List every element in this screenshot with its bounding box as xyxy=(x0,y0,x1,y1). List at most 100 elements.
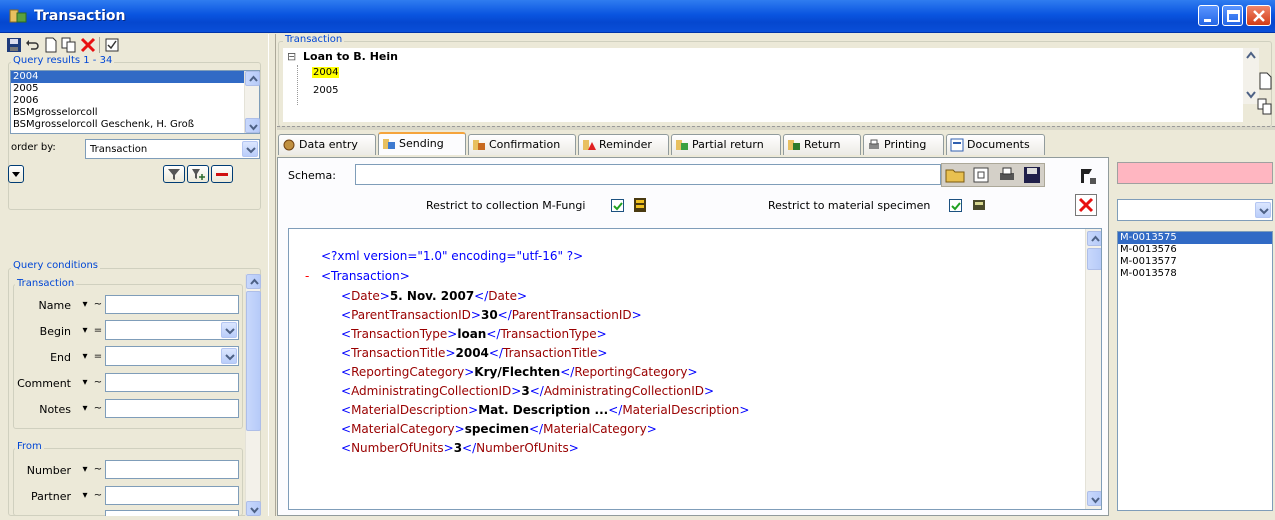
dropdown-button[interactable] xyxy=(221,348,237,364)
scroll-up-button[interactable] xyxy=(246,274,261,289)
xml-tag-name: Date xyxy=(351,289,380,303)
undo-icon[interactable] xyxy=(24,37,40,53)
scroll-up-button[interactable] xyxy=(1087,231,1101,246)
settings-tool-icon[interactable] xyxy=(1078,166,1098,186)
tab-partial-return[interactable]: Partial return xyxy=(671,134,781,155)
transaction-tree[interactable]: ⊟ Loan to B. Hein 2004 2005 xyxy=(283,48,1243,122)
scroll-up-button[interactable] xyxy=(245,71,260,86)
scroll-down-button[interactable] xyxy=(1087,491,1101,506)
checkbox-icon[interactable] xyxy=(104,37,120,53)
order-by-select[interactable]: Transaction xyxy=(85,139,260,159)
notes-label: Notes xyxy=(39,403,71,416)
operator-dropdown[interactable]: ▾ xyxy=(78,400,92,418)
splitter[interactable] xyxy=(277,126,1275,130)
list-item[interactable]: M-0013575 xyxy=(1118,232,1272,244)
save-icon[interactable] xyxy=(6,37,22,53)
xml-collapse-toggle[interactable]: - xyxy=(305,269,309,283)
copy-icon[interactable] xyxy=(61,37,77,53)
list-item[interactable]: M-0013578 xyxy=(1118,268,1272,280)
comment-input[interactable] xyxy=(105,373,239,392)
tab-data-entry[interactable]: Data entry xyxy=(278,134,376,155)
new-document-icon[interactable] xyxy=(43,37,59,53)
tab-printing[interactable]: Printing xyxy=(863,134,944,155)
list-item[interactable]: 2005 xyxy=(11,83,259,95)
printer-icon[interactable] xyxy=(998,166,1016,184)
query-results-list[interactable]: 2004 2005 2006 BSMgrosselorcoll BSMgross… xyxy=(10,70,260,134)
panel-splitter[interactable] xyxy=(268,34,276,516)
xml-scrollbar[interactable] xyxy=(1085,229,1101,509)
name-input[interactable] xyxy=(105,295,239,314)
operator-dropdown[interactable]: ▾ xyxy=(78,461,92,479)
xml-viewer[interactable]: <?xml version="1.0" encoding="utf-16" ?>… xyxy=(288,228,1102,510)
tab-sending[interactable]: Sending xyxy=(378,132,466,155)
material-icon[interactable] xyxy=(971,197,987,213)
operator-dropdown[interactable]: ▾ xyxy=(78,322,92,340)
tree-node[interactable]: 2005 xyxy=(312,85,339,96)
chevron-up-icon[interactable] xyxy=(1243,48,1259,64)
end-date-picker[interactable] xyxy=(105,346,239,366)
copy-icon[interactable] xyxy=(1257,98,1273,116)
tab-reminder[interactable]: Reminder xyxy=(578,134,669,155)
dropdown-button[interactable] xyxy=(221,322,237,338)
restrict-material-checkbox[interactable] xyxy=(949,199,962,212)
dropdown-button[interactable] xyxy=(242,141,258,157)
tab-label: Documents xyxy=(967,138,1030,151)
collection-icon[interactable] xyxy=(632,197,648,213)
list-item[interactable]: M-0013576 xyxy=(1118,244,1272,256)
open-folder-icon[interactable] xyxy=(945,166,965,184)
results-scrollbar[interactable] xyxy=(244,71,260,133)
operator-dropdown[interactable]: ▾ xyxy=(78,374,92,392)
chevron-down-icon xyxy=(246,147,256,154)
xml-element-line: <MaterialDescription>Mat. Description ..… xyxy=(341,403,750,417)
notes-input[interactable] xyxy=(105,399,239,418)
xml-value: 3 xyxy=(453,441,463,455)
tab-documents[interactable]: Documents xyxy=(946,134,1045,155)
operator-dropdown[interactable]: ▾ xyxy=(78,487,92,505)
save-icon[interactable] xyxy=(1023,166,1041,184)
close-window-button[interactable] xyxy=(1246,5,1271,26)
scroll-thumb[interactable] xyxy=(1087,248,1101,270)
minimize-button[interactable] xyxy=(1198,5,1219,26)
tab-label: Partial return xyxy=(692,138,764,151)
partial-input[interactable] xyxy=(105,510,239,516)
list-item[interactable]: BSMgrosselorcoll Geschenk, H. Groß xyxy=(11,119,259,131)
filter-button[interactable] xyxy=(163,165,185,183)
list-item[interactable]: 2004 xyxy=(11,71,259,83)
scroll-thumb[interactable] xyxy=(246,291,261,431)
specimen-list[interactable]: M-0013575 M-0013576 M-0013577 M-0013578 xyxy=(1117,231,1273,511)
list-item[interactable]: BSMgrosselorcoll xyxy=(11,107,259,119)
tree-collapse-icon[interactable]: ⊟ xyxy=(287,50,296,63)
tab-label: Reminder xyxy=(599,138,652,151)
xml-tag-name: AdministratingCollectionID xyxy=(543,384,705,398)
dropdown-button[interactable] xyxy=(1255,202,1271,218)
operator-dropdown[interactable]: ▾ xyxy=(78,296,92,314)
filter-add-button[interactable] xyxy=(187,165,209,183)
collapse-button[interactable] xyxy=(8,165,24,183)
tree-root-node[interactable]: Loan to B. Hein xyxy=(303,50,398,63)
remove-button[interactable] xyxy=(211,165,233,183)
list-item[interactable]: 2006 xyxy=(11,95,259,107)
scroll-down-button[interactable] xyxy=(245,118,260,133)
tree-node[interactable]: 2004 xyxy=(312,67,340,78)
tab-return[interactable]: Return xyxy=(783,134,861,155)
clear-button[interactable] xyxy=(1075,194,1097,216)
number-input[interactable] xyxy=(105,460,239,479)
schema-view-icon[interactable] xyxy=(972,166,990,184)
chevron-down-icon xyxy=(225,328,235,335)
conditions-scrollbar[interactable] xyxy=(245,274,261,516)
data-entry-icon xyxy=(283,139,295,151)
maximize-button[interactable] xyxy=(1222,5,1243,26)
operator-dropdown[interactable]: ▾ xyxy=(78,348,92,366)
number-label: Number xyxy=(26,464,71,477)
xml-value: Kry/Flechten xyxy=(474,365,561,379)
begin-date-picker[interactable] xyxy=(105,320,239,340)
schema-input[interactable] xyxy=(355,164,941,185)
tab-confirmation[interactable]: Confirmation xyxy=(468,134,576,155)
partner-input[interactable] xyxy=(105,486,239,505)
delete-icon[interactable] xyxy=(80,37,96,53)
restrict-collection-checkbox[interactable] xyxy=(611,199,624,212)
list-item[interactable]: M-0013577 xyxy=(1118,256,1272,268)
specimen-filter-select[interactable] xyxy=(1117,199,1273,221)
scroll-down-button[interactable] xyxy=(246,501,261,516)
new-document-icon[interactable] xyxy=(1257,72,1273,90)
